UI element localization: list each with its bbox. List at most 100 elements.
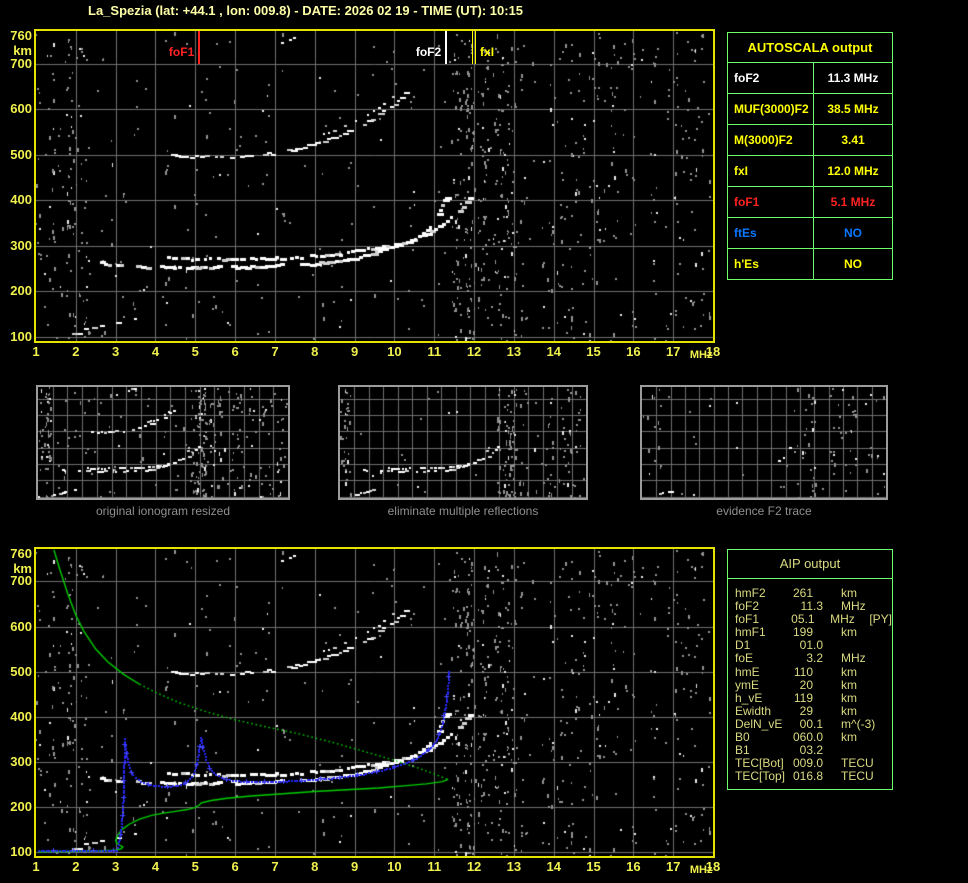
autoscala-row-h-es: h'Es NO xyxy=(728,249,892,279)
x-tick-label: 14 xyxy=(546,344,561,359)
aip-output-table: AIP output hmF2 261 km foF2 11.3 MHz foF1 05.1 M… xyxy=(727,549,893,790)
autoscala-row-value: 3.41 xyxy=(841,133,865,147)
aip-row-note: [PY] xyxy=(869,612,892,627)
aip-row-unit: km xyxy=(841,664,857,679)
thumbnail-evidence-canvas xyxy=(642,387,886,498)
y-tick-label: 100 xyxy=(10,843,32,859)
autoscala-row-ftes: ftEs NO xyxy=(728,218,892,249)
autoscala-row-value: NO xyxy=(844,226,862,240)
autoscala-row-value: 5.1 MHz xyxy=(830,195,876,209)
aip-row-unit: km xyxy=(841,730,857,745)
aip-row-value-int: 3 xyxy=(806,651,813,666)
aip-table-rows: hmF2 261 km foF2 11.3 MHz foF1 05.1 MHz [PY] hmF1 1… xyxy=(728,579,892,783)
thumbnail-eliminate-reflections xyxy=(338,385,588,500)
x-tick-label: 1 xyxy=(32,344,40,359)
aip-row-ewidth: Ewidth 29 km xyxy=(735,703,892,718)
aip-row-unit: km xyxy=(841,690,857,705)
x-axis-unit-label: MHz xyxy=(689,349,713,361)
x-tick-label: 13 xyxy=(506,344,522,359)
autoscala-row-label: ftEs xyxy=(728,218,814,248)
x-tick-label: 12 xyxy=(466,859,482,874)
y-tick-label: 200 xyxy=(10,798,32,814)
y-tick-label: 300 xyxy=(10,237,32,253)
aip-row-value-int: 29 xyxy=(799,703,813,718)
x-tick-label: 9 xyxy=(350,344,359,359)
fof1-marker-label: foF1 xyxy=(168,45,195,59)
y-tick-label: 600 xyxy=(10,101,32,117)
y-tick-label: 600 xyxy=(10,618,32,634)
y-tick-label: 200 xyxy=(10,283,32,299)
aip-row-value-frac xyxy=(813,666,835,679)
y-tick-label: 700 xyxy=(10,573,32,589)
x-tick-label: 11 xyxy=(427,859,442,874)
thumbnail-original-ionogram xyxy=(36,385,290,500)
autoscala-row-m-3000-f2: M(3000)F2 3.41 xyxy=(728,125,892,156)
x-tick-label: 4 xyxy=(151,344,160,359)
y-tick-label: 700 xyxy=(10,55,32,71)
autoscala-table-header: AUTOSCALA output xyxy=(728,33,892,63)
aip-profile-ionogram-canvas xyxy=(36,549,713,856)
fof1-marker-line xyxy=(198,31,201,64)
autoscala-row-value: NO xyxy=(844,257,862,271)
autoscala-row-value: 38.5 MHz xyxy=(827,102,879,116)
x-tick-label: 10 xyxy=(387,859,402,874)
x-tick-label: 1 xyxy=(32,859,40,874)
ionogram-plot-frame-bottom xyxy=(34,547,715,858)
x-tick-label: 10 xyxy=(387,344,402,359)
x-tick-label: 4 xyxy=(151,859,160,874)
aip-row-value-frac xyxy=(813,679,835,692)
autoscala-row-label: fxI xyxy=(728,156,814,186)
autoscala-row-value: 12.0 MHz xyxy=(827,164,879,178)
autoscala-row-label: foF1 xyxy=(728,187,814,217)
aip-row-label: Ewidth xyxy=(735,703,772,718)
autoscala-table-rows: foF2 11.3 MHz MUF(3000)F2 38.5 MHz M(3000)F2… xyxy=(728,63,892,279)
x-tick-label: 2 xyxy=(72,859,80,874)
autoscala-row-fof1: foF1 5.1 MHz xyxy=(728,187,892,218)
aip-row-value-int: 016 xyxy=(792,769,813,784)
autoscala-ionogram-canvas xyxy=(36,31,713,341)
y-tick-label: 100 xyxy=(10,328,32,344)
thumbnail-eliminate-canvas xyxy=(340,387,586,498)
aip-row-hme: hmE 110 km xyxy=(735,664,892,679)
aip-row-foe: foE 3.2 MHz xyxy=(735,652,892,665)
x-tick-label: 7 xyxy=(271,859,279,874)
autoscala-row-value: 11.3 MHz xyxy=(827,71,879,85)
fxi-marker-label: fxI xyxy=(480,45,495,59)
aip-row-label: hmE xyxy=(735,664,760,679)
x-tick-label: 17 xyxy=(665,344,681,359)
autoscala-row-fof2: foF2 11.3 MHz xyxy=(728,63,892,94)
y-tick-label: 400 xyxy=(10,708,32,724)
aip-row-unit: MHz xyxy=(841,651,866,666)
ionogram-plot-frame-top xyxy=(34,29,715,343)
autoscala-row-muf-3000-f2: MUF(3000)F2 38.5 MHz xyxy=(728,94,892,125)
thumbnail-evidence-f2 xyxy=(640,385,888,500)
aip-row-value-int: 110 xyxy=(793,664,813,679)
autoscala-output-table: AUTOSCALA output foF2 11.3 MHz MUF(3000)F2… xyxy=(727,32,893,280)
aip-row-unit: km xyxy=(841,703,857,718)
fof2-marker-label: foF2 xyxy=(415,45,442,59)
thumbnail-caption-eliminate: eliminate multiple reflections xyxy=(387,504,539,518)
y-axis-unit-label: km xyxy=(13,43,32,59)
x-tick-label: 9 xyxy=(350,859,359,874)
aip-table-header: AIP output xyxy=(728,550,892,579)
x-tick-label: 6 xyxy=(231,344,239,359)
x-axis-unit-label: MHz xyxy=(689,864,713,876)
autoscala-row-label: MUF(3000)F2 xyxy=(728,94,814,124)
aip-row-value-int: 20 xyxy=(799,677,813,692)
x-tick-label: 6 xyxy=(231,859,239,874)
aip-row-unit: km xyxy=(841,677,857,692)
x-tick-label: 16 xyxy=(626,859,641,874)
aip-row-label: ymE xyxy=(735,677,759,692)
autoscala-row-label: foF2 xyxy=(728,63,814,93)
aip-row-value-frac xyxy=(813,705,835,718)
aip-row-label: h_vE xyxy=(735,690,763,705)
y-tick-label: 760 xyxy=(10,546,32,562)
aip-row-tec-top-: TEC[Top] 016.8 TECU xyxy=(735,770,892,783)
x-tick-label: 11 xyxy=(427,344,442,359)
y-tick-label: 500 xyxy=(10,663,32,679)
x-tick-label: 5 xyxy=(191,859,199,874)
autoscala-row-fxi: fxI 12.0 MHz xyxy=(728,156,892,187)
x-tick-label: 14 xyxy=(546,859,561,874)
x-tick-label: 12 xyxy=(466,344,482,359)
fxi-marker-line xyxy=(472,31,477,64)
